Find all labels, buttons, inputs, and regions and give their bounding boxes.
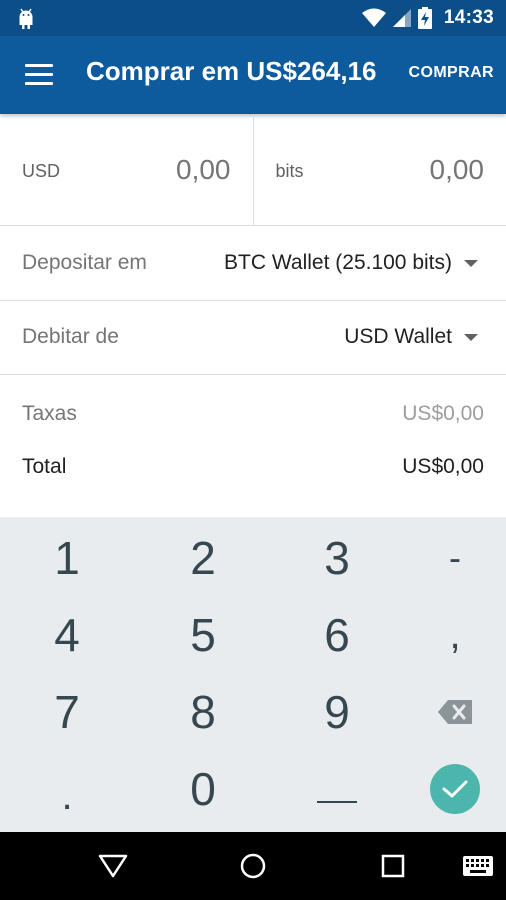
underscore-icon xyxy=(317,801,357,803)
back-button[interactable] xyxy=(73,832,153,900)
key-1[interactable]: 1 xyxy=(4,519,130,597)
debit-label: Debitar de xyxy=(22,325,119,348)
deposit-wallet-value: BTC Wallet (25.100 bits) xyxy=(224,251,452,274)
recents-square-icon xyxy=(381,854,405,878)
total-value: US$0,00 xyxy=(402,455,484,478)
battery-charging-icon xyxy=(417,7,432,29)
home-circle-icon xyxy=(240,853,266,879)
keyboard-button[interactable] xyxy=(438,832,506,900)
key-2[interactable]: 2 xyxy=(140,519,266,597)
buy-button[interactable]: COMPRAR xyxy=(409,64,494,82)
status-icons: 14:33 xyxy=(361,0,494,36)
wifi-icon xyxy=(361,8,386,27)
dropdown-arrow-icon xyxy=(464,259,478,267)
usd-amount-value: 0,00 xyxy=(176,154,231,185)
key-4[interactable]: 4 xyxy=(4,596,130,674)
check-icon xyxy=(430,764,480,814)
debit-wallet-select[interactable]: USD Wallet xyxy=(344,325,478,349)
signal-icon xyxy=(392,9,411,27)
key-comma[interactable]: , xyxy=(392,596,506,674)
backspace-icon xyxy=(438,700,472,724)
key-minus[interactable]: - xyxy=(392,519,506,597)
fees-value: US$0,00 xyxy=(402,402,484,425)
android-icon xyxy=(19,8,33,29)
navigation-bar xyxy=(0,832,506,900)
usd-currency-label: USD xyxy=(22,161,61,181)
deposit-row: Depositar em BTC Wallet (25.100 bits) xyxy=(0,227,506,301)
key-6[interactable]: 6 xyxy=(274,596,400,674)
menu-icon[interactable] xyxy=(25,64,53,86)
clock: 14:33 xyxy=(443,7,494,28)
backspace-key[interactable] xyxy=(392,673,506,751)
bits-currency-label: bits xyxy=(275,161,304,181)
key-9[interactable]: 9 xyxy=(274,673,400,751)
key-3[interactable]: 3 xyxy=(274,519,400,597)
page-title: Comprar em US$264,16 xyxy=(86,56,377,86)
status-bar: 14:33 xyxy=(0,0,506,36)
confirm-key[interactable] xyxy=(392,750,506,828)
home-button[interactable] xyxy=(213,832,293,900)
key-5[interactable]: 5 xyxy=(140,596,266,674)
bits-amount-value: 0,00 xyxy=(429,154,485,185)
keyboard-icon xyxy=(463,856,493,876)
total-label: Total xyxy=(22,455,67,478)
key-8[interactable]: 8 xyxy=(140,673,266,751)
key-dot[interactable]: . xyxy=(4,750,130,828)
debit-wallet-value: USD Wallet xyxy=(344,325,452,348)
bits-amount-field[interactable]: bits 0,00 xyxy=(254,114,506,225)
deposit-wallet-select[interactable]: BTC Wallet (25.100 bits) xyxy=(224,251,478,275)
numeric-keypad: 1 2 3 - 4 5 6 , 7 8 9 . 0 xyxy=(0,517,506,832)
amount-inputs: USD 0,00 bits 0,00 xyxy=(0,114,506,226)
debit-row: Debitar de USD Wallet xyxy=(0,301,506,375)
deposit-label: Depositar em xyxy=(22,251,147,274)
recents-button[interactable] xyxy=(353,832,433,900)
app-bar: Comprar em US$264,16 COMPRAR xyxy=(0,36,506,114)
key-7[interactable]: 7 xyxy=(4,673,130,751)
space-key[interactable] xyxy=(274,750,400,828)
back-triangle-icon xyxy=(98,854,128,878)
fees-summary: Taxas US$0,00 Total US$0,00 xyxy=(0,375,506,515)
fees-label: Taxas xyxy=(22,402,77,425)
key-0[interactable]: 0 xyxy=(140,750,266,828)
usd-amount-field[interactable]: USD 0,00 xyxy=(0,114,254,225)
dropdown-arrow-icon xyxy=(464,333,478,341)
